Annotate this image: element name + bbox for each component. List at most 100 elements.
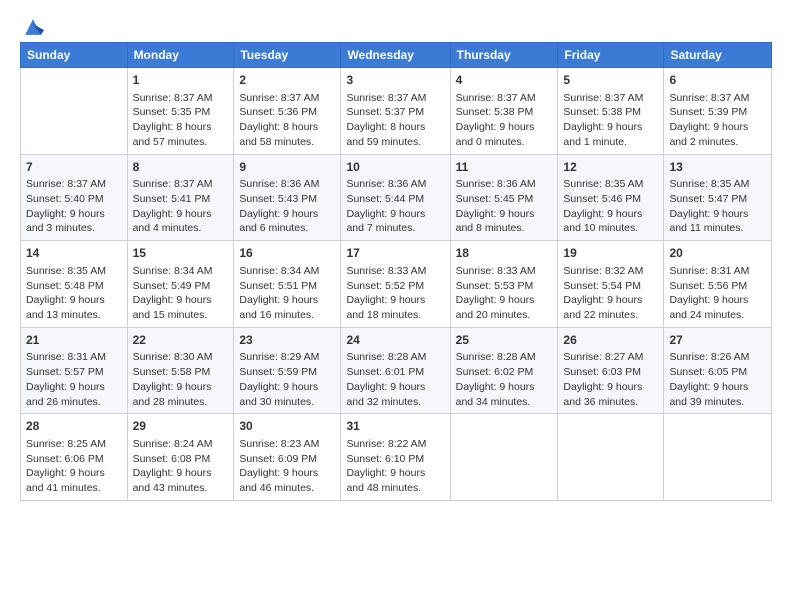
calendar-cell: 6 Sunrise: 8:37 AMSunset: 5:39 PMDaylight… [664, 68, 772, 155]
day-number: 2 [239, 72, 335, 89]
cell-info: Sunrise: 8:37 AMSunset: 5:39 PMDaylight:… [669, 91, 766, 150]
calendar-cell: 27Sunrise: 8:26 AMSunset: 6:05 PMDayligh… [664, 327, 772, 414]
day-number: 31 [346, 418, 444, 435]
page: SundayMondayTuesdayWednesdayThursdayFrid… [0, 0, 792, 612]
day-number: 16 [239, 245, 335, 262]
calendar-cell: 17 Sunrise: 8:33 AMSunset: 5:52 PMDayligh… [341, 241, 450, 328]
calendar-cell: 25Sunrise: 8:28 AMSunset: 6:02 PMDayligh… [450, 327, 558, 414]
day-number: 18 [456, 245, 553, 262]
calendar-cell: 7Sunrise: 8:37 AMSunset: 5:40 PMDaylight… [21, 154, 128, 241]
cell-info: Sunrise: 8:27 AMSunset: 6:03 PMDaylight:… [563, 350, 658, 409]
calendar-cell: 8Sunrise: 8:37 AMSunset: 5:41 PMDaylight… [127, 154, 234, 241]
calendar-cell: 20Sunrise: 8:31 AMSunset: 5:56 PMDayligh… [664, 241, 772, 328]
day-number: 19 [563, 245, 658, 262]
calendar-cell: 15Sunrise: 8:34 AMSunset: 5:49 PMDayligh… [127, 241, 234, 328]
calendar-cell: 18 Sunrise: 8:33 AMSunset: 5:53 PMDayligh… [450, 241, 558, 328]
cell-info: Sunrise: 8:36 AMSunset: 5:43 PMDaylight:… [239, 177, 335, 236]
day-number: 13 [669, 159, 766, 176]
cell-info: Sunrise: 8:31 AMSunset: 5:56 PMDaylight:… [669, 264, 766, 323]
cell-info: Sunrise: 8:30 AMSunset: 5:58 PMDaylight:… [133, 350, 229, 409]
calendar-cell: 14 Sunrise: 8:35 AMSunset: 5:48 PMDayligh… [21, 241, 128, 328]
day-header-friday: Friday [558, 43, 664, 68]
week-row-3: 21Sunrise: 8:31 AMSunset: 5:57 PMDayligh… [21, 327, 772, 414]
day-number: 29 [133, 418, 229, 435]
cell-info: Sunrise: 8:36 AMSunset: 5:45 PMDaylight:… [456, 177, 553, 236]
week-row-0: 1 Sunrise: 8:37 AMSunset: 5:35 PMDaylight… [21, 68, 772, 155]
cell-info: Sunrise: 8:36 AMSunset: 5:44 PMDaylight:… [346, 177, 444, 236]
calendar-cell: 11Sunrise: 8:36 AMSunset: 5:45 PMDayligh… [450, 154, 558, 241]
day-number: 7 [26, 159, 122, 176]
header-row: SundayMondayTuesdayWednesdayThursdayFrid… [21, 43, 772, 68]
day-number: 1 [133, 72, 229, 89]
day-number: 24 [346, 332, 444, 349]
cell-info: Sunrise: 8:35 AMSunset: 5:48 PMDaylight:… [26, 264, 122, 323]
calendar-cell: 9Sunrise: 8:36 AMSunset: 5:43 PMDaylight… [234, 154, 341, 241]
day-number: 11 [456, 159, 553, 176]
cell-info: Sunrise: 8:23 AMSunset: 6:09 PMDaylight:… [239, 437, 335, 496]
calendar-cell: 22Sunrise: 8:30 AMSunset: 5:58 PMDayligh… [127, 327, 234, 414]
calendar-cell: 12Sunrise: 8:35 AMSunset: 5:46 PMDayligh… [558, 154, 664, 241]
calendar-cell: 29Sunrise: 8:24 AMSunset: 6:08 PMDayligh… [127, 414, 234, 501]
day-number: 30 [239, 418, 335, 435]
calendar-cell: 30 Sunrise: 8:23 AMSunset: 6:09 PMDayligh… [234, 414, 341, 501]
calendar-cell [21, 68, 128, 155]
day-number: 26 [563, 332, 658, 349]
cell-info: Sunrise: 8:22 AMSunset: 6:10 PMDaylight:… [346, 437, 444, 496]
cell-info: Sunrise: 8:37 AMSunset: 5:36 PMDaylight:… [239, 91, 335, 150]
day-header-saturday: Saturday [664, 43, 772, 68]
week-row-1: 7Sunrise: 8:37 AMSunset: 5:40 PMDaylight… [21, 154, 772, 241]
day-header-thursday: Thursday [450, 43, 558, 68]
calendar-cell: 23Sunrise: 8:29 AMSunset: 5:59 PMDayligh… [234, 327, 341, 414]
cell-info: Sunrise: 8:31 AMSunset: 5:57 PMDaylight:… [26, 350, 122, 409]
cell-info: Sunrise: 8:28 AMSunset: 6:01 PMDaylight:… [346, 350, 444, 409]
calendar-cell: 19 Sunrise: 8:32 AMSunset: 5:54 PMDayligh… [558, 241, 664, 328]
day-number: 8 [133, 159, 229, 176]
day-number: 22 [133, 332, 229, 349]
cell-info: Sunrise: 8:37 AMSunset: 5:40 PMDaylight:… [26, 177, 122, 236]
day-number: 21 [26, 332, 122, 349]
day-number: 14 [26, 245, 122, 262]
logo [20, 16, 44, 34]
calendar-cell: 16 Sunrise: 8:34 AMSunset: 5:51 PMDayligh… [234, 241, 341, 328]
week-row-2: 14 Sunrise: 8:35 AMSunset: 5:48 PMDayligh… [21, 241, 772, 328]
calendar-cell: 28 Sunrise: 8:25 AMSunset: 6:06 PMDayligh… [21, 414, 128, 501]
day-number: 5 [563, 72, 658, 89]
day-number: 10 [346, 159, 444, 176]
calendar-cell: 13Sunrise: 8:35 AMSunset: 5:47 PMDayligh… [664, 154, 772, 241]
cell-info: Sunrise: 8:33 AMSunset: 5:53 PMDaylight:… [456, 264, 553, 323]
calendar-cell: 21Sunrise: 8:31 AMSunset: 5:57 PMDayligh… [21, 327, 128, 414]
cell-info: Sunrise: 8:37 AMSunset: 5:38 PMDaylight:… [456, 91, 553, 150]
cell-info: Sunrise: 8:37 AMSunset: 5:35 PMDaylight:… [133, 91, 229, 150]
calendar-cell [664, 414, 772, 501]
logo-icon [22, 16, 44, 38]
day-number: 3 [346, 72, 444, 89]
header [20, 16, 772, 34]
day-number: 28 [26, 418, 122, 435]
calendar-cell: 4 Sunrise: 8:37 AMSunset: 5:38 PMDaylight… [450, 68, 558, 155]
day-number: 23 [239, 332, 335, 349]
day-number: 12 [563, 159, 658, 176]
cell-info: Sunrise: 8:37 AMSunset: 5:37 PMDaylight:… [346, 91, 444, 150]
cell-info: Sunrise: 8:28 AMSunset: 6:02 PMDaylight:… [456, 350, 553, 409]
day-number: 9 [239, 159, 335, 176]
day-number: 25 [456, 332, 553, 349]
week-row-4: 28 Sunrise: 8:25 AMSunset: 6:06 PMDayligh… [21, 414, 772, 501]
day-number: 17 [346, 245, 444, 262]
cell-info: Sunrise: 8:34 AMSunset: 5:51 PMDaylight:… [239, 264, 335, 323]
day-number: 4 [456, 72, 553, 89]
calendar-cell: 24Sunrise: 8:28 AMSunset: 6:01 PMDayligh… [341, 327, 450, 414]
cell-info: Sunrise: 8:35 AMSunset: 5:46 PMDaylight:… [563, 177, 658, 236]
day-header-tuesday: Tuesday [234, 43, 341, 68]
cell-info: Sunrise: 8:32 AMSunset: 5:54 PMDaylight:… [563, 264, 658, 323]
day-number: 6 [669, 72, 766, 89]
cell-info: Sunrise: 8:34 AMSunset: 5:49 PMDaylight:… [133, 264, 229, 323]
cell-info: Sunrise: 8:25 AMSunset: 6:06 PMDaylight:… [26, 437, 122, 496]
calendar-cell: 5Sunrise: 8:37 AMSunset: 5:38 PMDaylight… [558, 68, 664, 155]
cell-info: Sunrise: 8:33 AMSunset: 5:52 PMDaylight:… [346, 264, 444, 323]
day-header-wednesday: Wednesday [341, 43, 450, 68]
cell-info: Sunrise: 8:35 AMSunset: 5:47 PMDaylight:… [669, 177, 766, 236]
calendar-table: SundayMondayTuesdayWednesdayThursdayFrid… [20, 42, 772, 501]
cell-info: Sunrise: 8:29 AMSunset: 5:59 PMDaylight:… [239, 350, 335, 409]
calendar-cell: 26Sunrise: 8:27 AMSunset: 6:03 PMDayligh… [558, 327, 664, 414]
calendar-cell: 31 Sunrise: 8:22 AMSunset: 6:10 PMDayligh… [341, 414, 450, 501]
